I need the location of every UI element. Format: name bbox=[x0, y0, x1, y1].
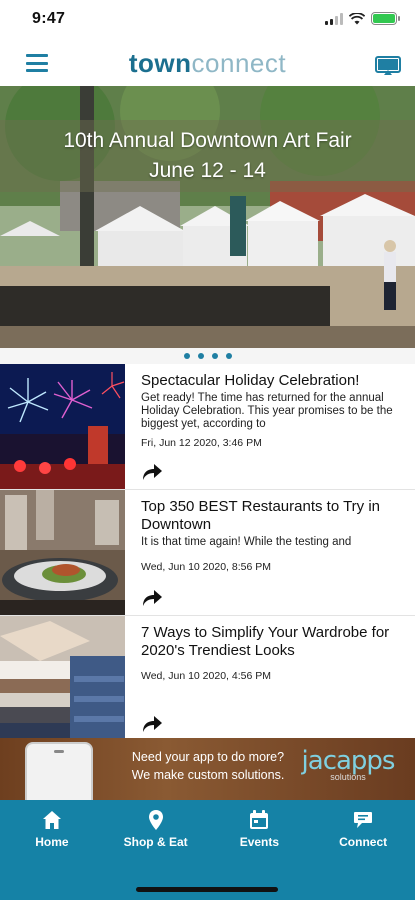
home-indicator[interactable] bbox=[136, 887, 278, 892]
ad-brand-logo: jacapps solutions bbox=[293, 746, 403, 782]
news-title[interactable]: Spectacular Holiday Celebration! bbox=[141, 372, 397, 390]
ad-banner[interactable]: Need your app to do more? We make custom… bbox=[0, 738, 415, 800]
share-arrow-icon[interactable] bbox=[141, 715, 163, 733]
news-list: Spectacular Holiday Celebration! Get rea… bbox=[0, 364, 415, 742]
home-icon bbox=[42, 811, 61, 829]
hero-caption: 10th Annual Downtown Art Fair June 12 - … bbox=[0, 120, 415, 192]
hero-title: 10th Annual Downtown Art Fair bbox=[63, 129, 352, 152]
news-body: Top 350 BEST Restaurants to Try in Downt… bbox=[141, 498, 397, 573]
carousel-pagination bbox=[0, 348, 415, 364]
tab-connect[interactable]: Connect bbox=[311, 800, 415, 856]
news-item[interactable]: 7 Ways to Simplify Your Wardrobe for 202… bbox=[0, 616, 415, 742]
status-bar: 9:47 bbox=[0, 0, 415, 42]
news-date: Fri, Jun 12 2020, 3:46 PM bbox=[141, 437, 262, 449]
chat-bubble-icon bbox=[354, 812, 373, 828]
ad-line-2: We make custom solutions. bbox=[131, 768, 285, 782]
app-header: townconnect bbox=[0, 42, 415, 86]
tab-events[interactable]: Events bbox=[208, 800, 312, 856]
phone-illustration bbox=[25, 742, 93, 800]
news-thumbnail-restaurant bbox=[0, 490, 125, 615]
status-icons bbox=[325, 12, 400, 25]
tab-home[interactable]: Home bbox=[0, 800, 104, 856]
news-item[interactable]: Spectacular Holiday Celebration! Get rea… bbox=[0, 364, 415, 490]
hero-dates: June 12 - 14 bbox=[149, 159, 266, 182]
tab-label: Home bbox=[35, 835, 69, 849]
cellular-signal-icon bbox=[325, 12, 343, 25]
carousel-dot[interactable] bbox=[211, 353, 218, 359]
ad-text: Need your app to do more? We make custom… bbox=[128, 748, 288, 784]
bottom-tab-bar: Home Shop & Eat Events Connect bbox=[0, 800, 415, 900]
map-pin-icon bbox=[148, 810, 163, 830]
carousel-dot[interactable] bbox=[183, 353, 190, 359]
cast-icon[interactable] bbox=[375, 56, 401, 76]
news-body: 7 Ways to Simplify Your Wardrobe for 202… bbox=[141, 624, 397, 682]
status-time: 9:47 bbox=[32, 10, 66, 27]
calendar-icon bbox=[250, 810, 269, 829]
logo-part-connect: connect bbox=[191, 48, 287, 78]
carousel-dot[interactable] bbox=[197, 353, 204, 359]
news-date: Wed, Jun 10 2020, 4:56 PM bbox=[141, 670, 271, 682]
logo-part-town: town bbox=[128, 48, 192, 78]
news-snippet: It is that time again! While the testing… bbox=[141, 536, 352, 548]
carousel-dot[interactable] bbox=[225, 353, 232, 359]
ad-line-1: Need your app to do more? bbox=[131, 750, 285, 764]
news-thumbnail-fireworks bbox=[0, 364, 125, 489]
tab-label: Connect bbox=[339, 835, 388, 849]
battery-icon bbox=[371, 12, 400, 25]
app-logo: townconnect bbox=[0, 48, 415, 79]
wifi-icon bbox=[349, 12, 365, 24]
news-snippet: Get ready! The time has returned for the… bbox=[141, 392, 393, 430]
share-arrow-icon[interactable] bbox=[141, 463, 163, 481]
tab-shop-eat[interactable]: Shop & Eat bbox=[104, 800, 208, 856]
news-body: Spectacular Holiday Celebration! Get rea… bbox=[141, 372, 397, 449]
tab-label: Events bbox=[239, 835, 280, 849]
news-thumbnail-wardrobe bbox=[0, 616, 125, 741]
news-item[interactable]: Top 350 BEST Restaurants to Try in Downt… bbox=[0, 490, 415, 616]
share-arrow-icon[interactable] bbox=[141, 589, 163, 607]
tab-label: Shop & Eat bbox=[123, 835, 188, 849]
news-title[interactable]: 7 Ways to Simplify Your Wardrobe for 202… bbox=[141, 624, 397, 660]
news-title[interactable]: Top 350 BEST Restaurants to Try in Downt… bbox=[141, 498, 397, 534]
news-date: Wed, Jun 10 2020, 8:56 PM bbox=[141, 561, 271, 573]
hero-carousel[interactable]: 10th Annual Downtown Art Fair June 12 - … bbox=[0, 86, 415, 348]
